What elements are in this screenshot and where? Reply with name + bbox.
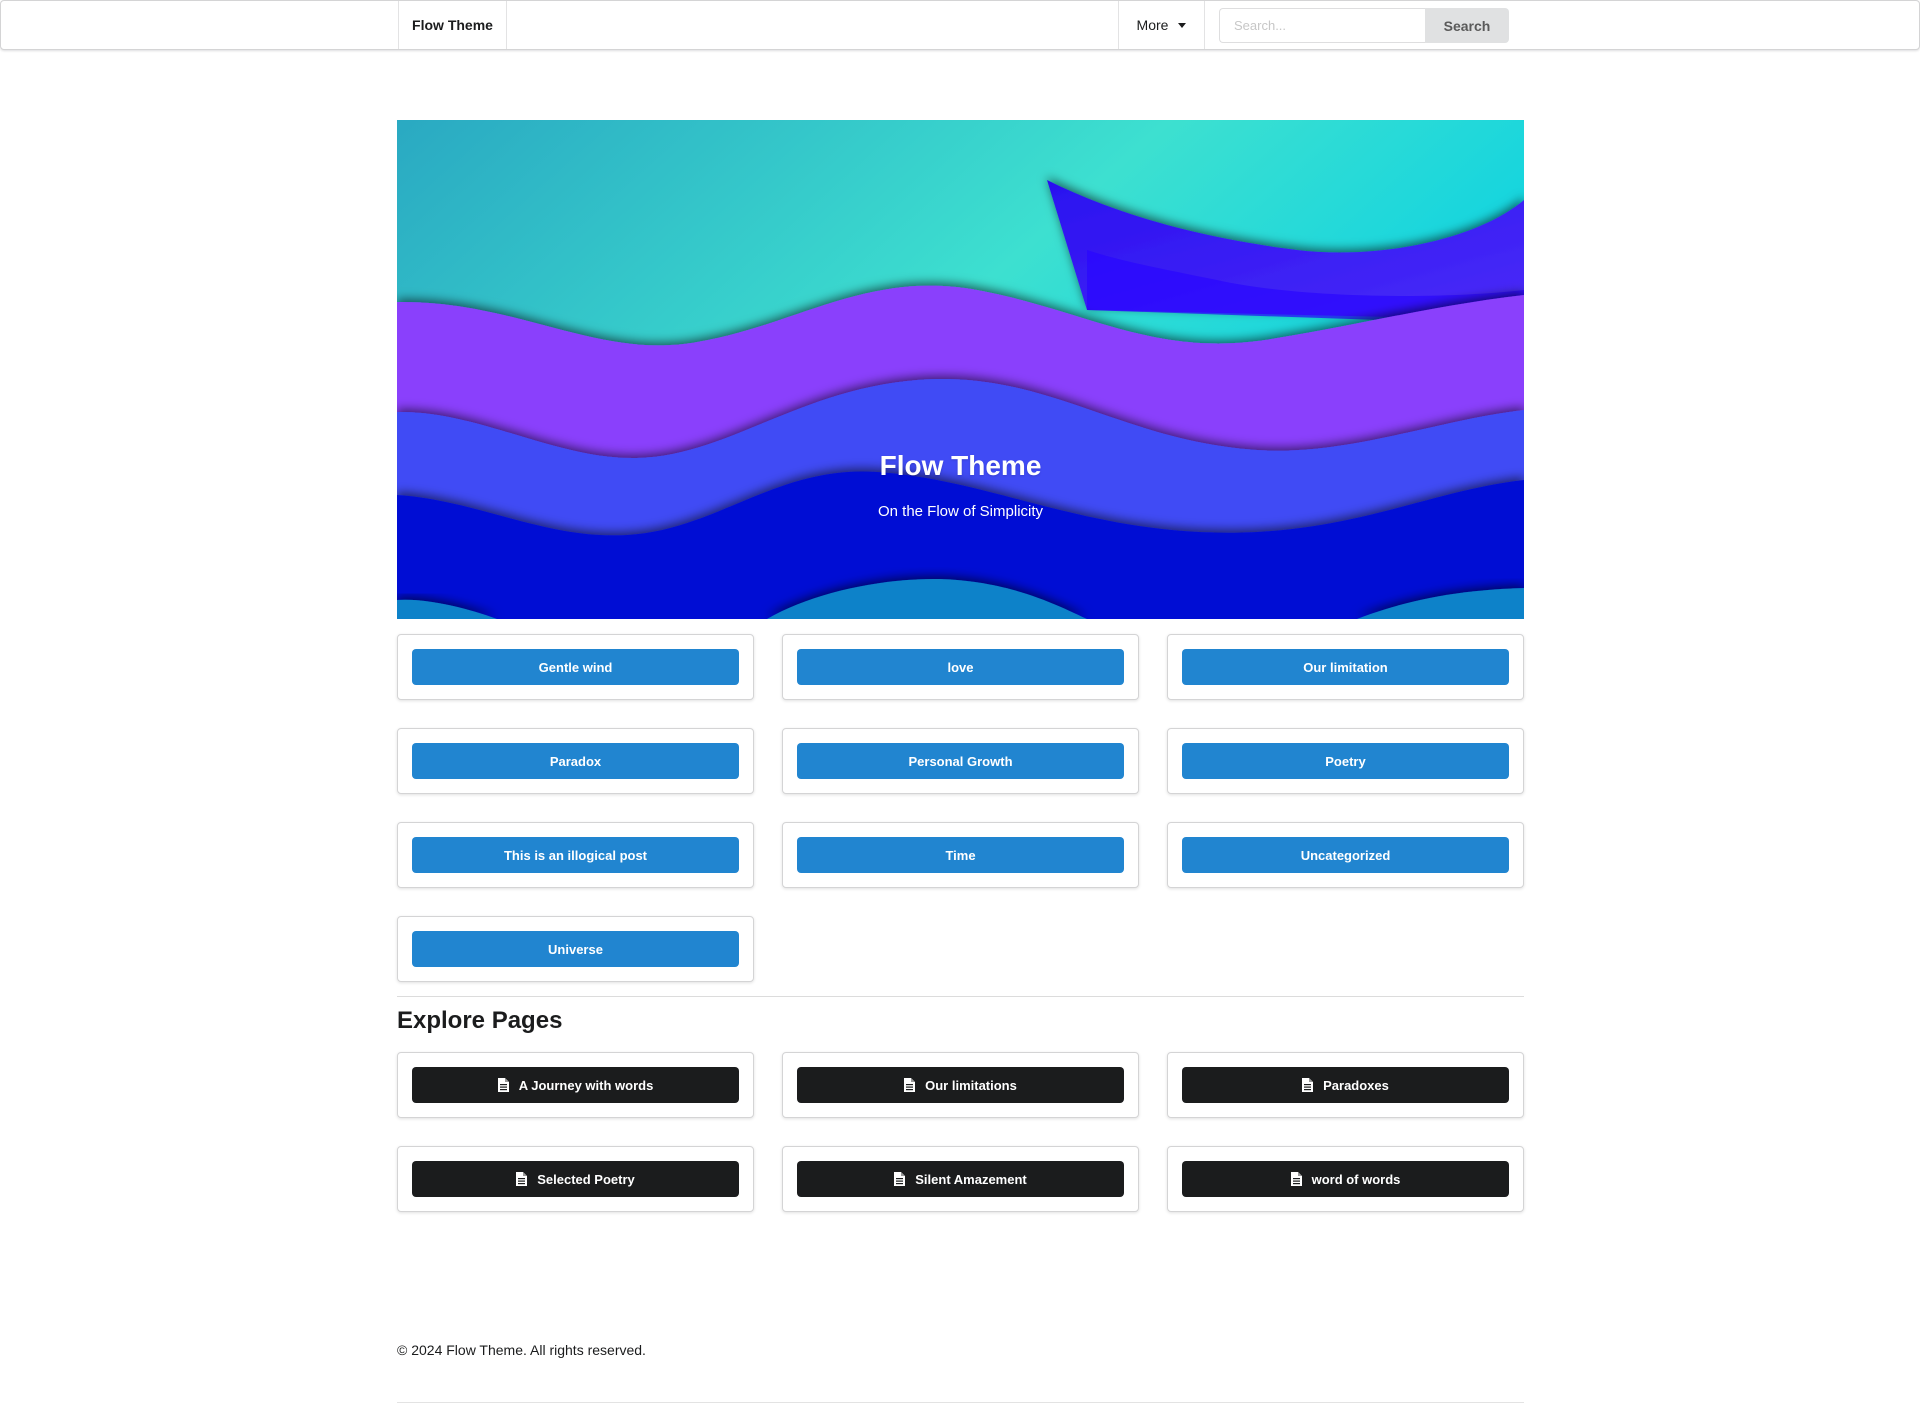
category-card: Time [782,822,1139,888]
pages-grid: A Journey with words Our limitations Par… [397,1052,1524,1212]
category-card: This is an illogical post [397,822,754,888]
hero-banner: Flow Theme On the Flow of Simplicity [397,120,1524,619]
category-card: Personal Growth [782,728,1139,794]
category-button[interactable]: Uncategorized [1182,837,1509,873]
page-card: Paradoxes [1167,1052,1524,1118]
page-card: A Journey with words [397,1052,754,1118]
hero-title: Flow Theme [879,450,1042,481]
file-icon [1302,1078,1314,1092]
hero-subtitle: On the Flow of Simplicity [877,503,1044,520]
explore-pages-heading: Explore Pages [397,1007,563,1034]
page-button-label: Paradoxes [1323,1077,1389,1093]
category-card: Poetry [1167,728,1524,794]
page-button[interactable]: Silent Amazement [797,1161,1124,1197]
category-button[interactable]: Poetry [1182,743,1509,779]
footer-copyright: © 2024 Flow Theme. All rights reserved. [397,1342,646,1358]
page-button[interactable]: A Journey with words [412,1067,739,1103]
file-icon [894,1172,906,1186]
category-button[interactable]: Personal Growth [797,743,1124,779]
search-button[interactable]: Search [1425,8,1509,43]
category-button[interactable]: Our limitation [1182,649,1509,685]
category-button[interactable]: love [797,649,1124,685]
page-button[interactable]: word of words [1182,1161,1509,1197]
page-card: Selected Poetry [397,1146,754,1212]
category-grid: Gentle wind love Our limitation Paradox … [397,634,1524,982]
search-form: Search [1219,8,1509,43]
page-button[interactable]: Selected Poetry [412,1161,739,1197]
footer-divider [397,1402,1524,1403]
category-button[interactable]: Gentle wind [412,649,739,685]
file-icon [1290,1172,1302,1186]
category-card: Universe [397,916,754,982]
page-button-label: Silent Amazement [915,1171,1027,1187]
more-dropdown[interactable]: More [1118,1,1205,49]
category-button[interactable]: Time [797,837,1124,873]
category-card: Paradox [397,728,754,794]
page-button-label: A Journey with words [518,1077,654,1093]
page-button-label: Selected Poetry [537,1171,635,1187]
category-card: Gentle wind [397,634,754,700]
search-input[interactable] [1219,8,1425,43]
page-card: word of words [1167,1146,1524,1212]
page-button-label: word of words [1311,1171,1401,1187]
page-button[interactable]: Paradoxes [1182,1067,1509,1103]
file-icon [497,1078,509,1092]
file-icon [516,1172,528,1186]
category-card: Uncategorized [1167,822,1524,888]
page-card: Silent Amazement [782,1146,1139,1212]
page-card: Our limitations [782,1052,1139,1118]
file-icon [904,1078,916,1092]
page-button-label: Our limitations [925,1077,1017,1093]
category-card: Our limitation [1167,634,1524,700]
brand-link[interactable]: Flow Theme [398,1,507,49]
top-menu: Flow Theme More Search [0,0,1920,50]
category-button[interactable]: This is an illogical post [412,837,739,873]
page-button[interactable]: Our limitations [797,1067,1124,1103]
category-card: love [782,634,1139,700]
section-divider [397,996,1524,997]
hero-wave-illustration [397,120,1524,619]
caret-down-icon [1178,22,1187,28]
more-label: More [1136,17,1169,33]
category-button[interactable]: Paradox [412,743,739,779]
category-button[interactable]: Universe [412,931,739,967]
